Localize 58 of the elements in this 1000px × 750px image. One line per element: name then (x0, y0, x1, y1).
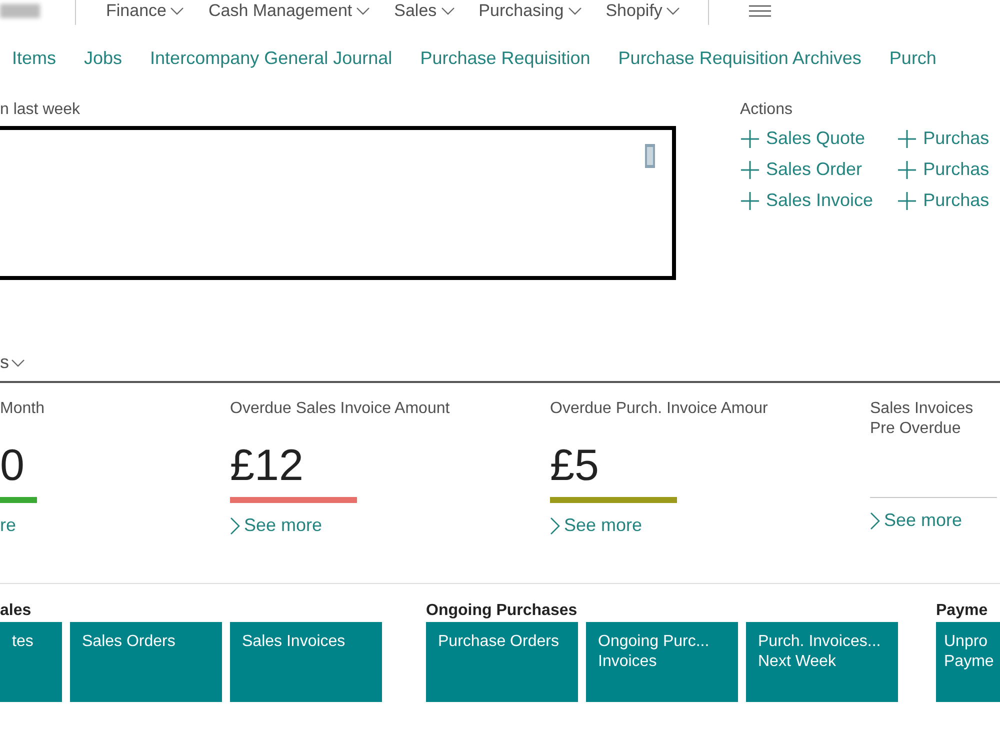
tile[interactable]: Unpro Payme (936, 622, 1000, 702)
chevron-right-icon (870, 512, 880, 530)
action-link[interactable]: Sales Quote (740, 128, 874, 149)
kpi-title: Overdue Sales Invoice Amount (230, 399, 451, 419)
group-title: Ongoing Purchases (426, 602, 578, 621)
nav-link[interactable]: Items (12, 48, 56, 69)
chevron-right-icon (550, 516, 560, 534)
logo-icon (0, 4, 40, 18)
nav-link[interactable]: Purchase Requisition Archives (618, 48, 862, 69)
tile[interactable]: Sales Invoices (230, 622, 382, 702)
see-more-link[interactable]: re (0, 515, 230, 536)
kpi-title: Sales Invoices Pre Overdue (870, 399, 974, 439)
chevron-down-icon (440, 7, 455, 15)
chart-caption: n last week (0, 101, 82, 120)
see-more-link[interactable]: See more (230, 515, 550, 536)
nav-link[interactable]: Purch (889, 48, 936, 69)
plus-icon (740, 160, 760, 180)
action-link[interactable]: Sales Invoice (740, 190, 874, 211)
menu-item[interactable]: Sales (394, 1, 455, 21)
group-title: Payme (936, 602, 989, 621)
menu-item[interactable]: Cash Management (208, 1, 370, 21)
menu-item[interactable]: Finance (106, 1, 184, 21)
kpi-title: Overdue Purch. Invoice Amour (550, 399, 769, 419)
kpi-title: Month (0, 399, 46, 419)
tile[interactable]: Purchase Orders (426, 622, 578, 702)
tile[interactable]: Ongoing Purc... Invoices (586, 622, 738, 702)
plus-icon (897, 160, 918, 180)
menu-item[interactable]: Shopify (606, 1, 680, 21)
kpi-value: 0 (0, 440, 26, 492)
chevron-down-icon (170, 7, 184, 15)
chevron-down-icon (11, 358, 25, 366)
chevron-down-icon (568, 7, 582, 15)
action-link[interactable]: Purchas (897, 190, 990, 211)
menu-icon[interactable] (749, 5, 772, 17)
action-link[interactable]: Purchas (897, 128, 990, 149)
kpi-value: £5 (550, 440, 600, 492)
plus-icon (740, 128, 760, 148)
plus-icon (897, 128, 918, 148)
see-more-link[interactable]: See more (550, 515, 870, 536)
actions-title: Actions (740, 101, 794, 120)
see-more-link[interactable]: See more (870, 510, 1000, 531)
chevron-down-icon (666, 7, 680, 15)
action-link[interactable]: Sales Order (740, 159, 874, 180)
menu-item[interactable]: Purchasing (478, 1, 582, 21)
plus-icon (740, 190, 760, 210)
tile[interactable]: Purch. Invoices... Next Week (746, 622, 898, 702)
nav-link[interactable]: Jobs (84, 48, 122, 69)
group-title: ales (0, 602, 32, 621)
plus-icon (897, 190, 918, 210)
kpi-value: £12 (230, 440, 304, 492)
tile[interactable]: tes (0, 622, 62, 702)
section-title: s (0, 352, 9, 373)
chevron-down-icon (356, 7, 370, 15)
action-link[interactable]: Purchas (897, 159, 990, 180)
chevron-right-icon (230, 516, 240, 534)
nav-link[interactable]: Purchase Requisition (420, 48, 590, 69)
tile[interactable]: Sales Orders (70, 622, 222, 702)
nav-link[interactable]: Intercompany General Journal (150, 48, 392, 69)
